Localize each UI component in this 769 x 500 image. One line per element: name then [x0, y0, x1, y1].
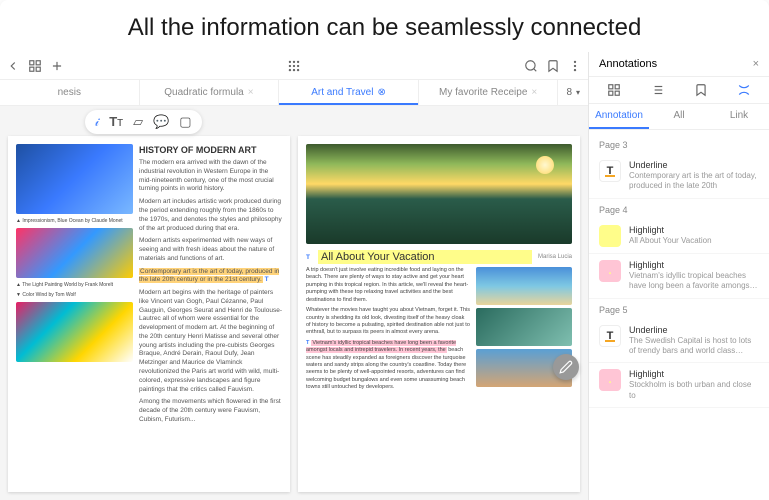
- annotation-item[interactable]: . HighlightAll About Your Vacation: [589, 219, 769, 254]
- underline-icon: T: [599, 325, 621, 347]
- tab-recipe[interactable]: My favorite Receipe×: [419, 80, 559, 105]
- close-icon[interactable]: ×: [753, 58, 759, 70]
- text-cursor-icon: T: [306, 254, 310, 261]
- topbar: [0, 52, 588, 80]
- annotation-item[interactable]: . HighlightStockholm is both urban and c…: [589, 363, 769, 408]
- tab-all[interactable]: All: [649, 104, 709, 129]
- caption: ▲ The Light Painting World by Frank More…: [16, 282, 133, 288]
- thumbnail-image: [16, 302, 133, 362]
- author: Marisa Lucia: [538, 254, 572, 260]
- annotation-icon[interactable]: [737, 83, 751, 97]
- section-label: Page 3: [589, 134, 769, 154]
- paragraph: Modern artists experimented with new way…: [139, 237, 282, 263]
- pen-icon[interactable]: 𝒾: [95, 114, 99, 130]
- text-cursor-icon: T: [265, 276, 269, 283]
- comment-icon[interactable]: 💬: [153, 114, 169, 130]
- hero-title: All the information can be seamlessly co…: [0, 0, 769, 52]
- highlight-icon: .: [599, 260, 621, 282]
- grid-icon[interactable]: [28, 59, 42, 73]
- text-cursor-icon: T: [306, 340, 309, 346]
- note-icon[interactable]: ▢: [179, 114, 191, 130]
- section-label: Page 4: [589, 199, 769, 219]
- underline-icon: T: [599, 160, 621, 182]
- floating-toolbar: 𝒾 Tт ▱ 💬 ▢: [85, 110, 202, 134]
- highlight-icon: .: [599, 369, 621, 391]
- paragraph: Modern art begins with the heritage of p…: [139, 289, 282, 394]
- thumbnail-image: [16, 144, 133, 214]
- page-spread: ▲ Impressionism, Blue Ocean by Claude Mo…: [0, 106, 588, 500]
- grid-view-icon[interactable]: [607, 83, 621, 97]
- list-view-icon[interactable]: [650, 83, 664, 97]
- tab-bar: nesis Quadratic formula× Art and Travel⊗…: [0, 80, 588, 106]
- more-icon[interactable]: [568, 59, 582, 73]
- search-icon[interactable]: [524, 59, 538, 73]
- close-icon[interactable]: ⊗: [377, 87, 385, 98]
- thumbnail-image: [16, 228, 133, 278]
- annotation-item[interactable]: T UnderlineContemporary art is the art o…: [589, 154, 769, 199]
- paragraph: Among the movements which flowered in th…: [139, 398, 282, 424]
- page-right: T All About Your Vacation Marisa Lucia A…: [298, 136, 580, 492]
- tab-nesis[interactable]: nesis: [0, 80, 140, 105]
- section-label: Page 5: [589, 299, 769, 319]
- paragraph: Modern art includes artistic work produc…: [139, 198, 282, 233]
- edit-fab[interactable]: [553, 354, 579, 380]
- page-left: ▲ Impressionism, Blue Ocean by Claude Mo…: [8, 136, 290, 492]
- document-area: nesis Quadratic formula× Art and Travel⊗…: [0, 52, 589, 500]
- caption: ▼ Color Wind by Tom Wolf: [16, 292, 133, 298]
- tab-quadratic[interactable]: Quadratic formula×: [140, 80, 280, 105]
- caption: ▲ Impressionism, Blue Ocean by Claude Mo…: [16, 218, 133, 224]
- highlighted-text: Contemporary art is the art of today, pr…: [139, 268, 282, 286]
- close-icon[interactable]: ×: [248, 87, 254, 98]
- thumbnail-image: [476, 267, 572, 305]
- hero-image: [306, 144, 572, 244]
- annotation-item[interactable]: . HighlightVietnam's idyllic tropical be…: [589, 254, 769, 299]
- page-title: HISTORY OF MODERN ART: [139, 144, 282, 156]
- paragraph: TVietnam's idyllic tropical beaches have…: [306, 340, 470, 392]
- page-title: All About Your Vacation: [318, 250, 532, 264]
- tab-art-travel[interactable]: Art and Travel⊗: [279, 80, 419, 105]
- pencil-icon: [559, 360, 573, 374]
- new-tab-icon[interactable]: [50, 59, 64, 73]
- panel-title: Annotations: [599, 58, 657, 70]
- panel-tabs: Annotation All Link: [589, 104, 769, 130]
- tab-count[interactable]: 8▾: [558, 80, 588, 105]
- thumbnail-image: [476, 308, 572, 346]
- tab-annotation[interactable]: Annotation: [589, 104, 649, 129]
- image-tool-icon[interactable]: ▱: [133, 114, 143, 130]
- panel-toolbar: [589, 77, 769, 104]
- paragraph: Whatever the movies have taught you abou…: [306, 307, 470, 337]
- back-icon[interactable]: [6, 59, 20, 73]
- annotation-list: Page 3 T UnderlineContemporary art is th…: [589, 130, 769, 500]
- bookmark-icon[interactable]: [694, 83, 708, 97]
- paragraph: A trip doesn't just involve eating incre…: [306, 267, 470, 304]
- annotations-panel: Annotations × Annotation All Link Page 3…: [589, 52, 769, 500]
- close-icon[interactable]: ×: [531, 87, 537, 98]
- paragraph: The modern era arrived with the dawn of …: [139, 159, 282, 194]
- highlight-icon: .: [599, 225, 621, 247]
- highlighted-text: Vietnam's idyllic tropical beaches have …: [306, 340, 456, 353]
- bookmark-icon[interactable]: [546, 59, 560, 73]
- text-tool-icon[interactable]: Tт: [109, 114, 123, 130]
- apps-icon[interactable]: [287, 59, 301, 73]
- tab-link[interactable]: Link: [709, 104, 769, 129]
- annotation-item[interactable]: T UnderlineThe Swedish Capital is host t…: [589, 319, 769, 364]
- app-window: nesis Quadratic formula× Art and Travel⊗…: [0, 52, 769, 500]
